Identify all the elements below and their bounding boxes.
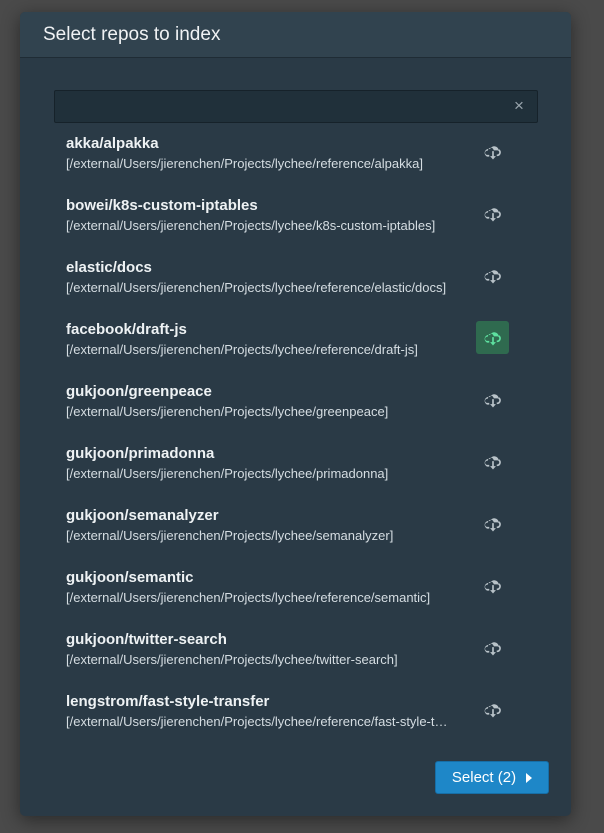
repo-list: akka/alpakka [/external/Users/jierenchen/… — [20, 130, 571, 750]
repo-item[interactable]: gukjoon/semantic [/external/Users/jierenc… — [20, 564, 571, 626]
cloud-download-icon — [484, 641, 501, 655]
repo-name: bowei/k8s-custom-iptables — [66, 197, 258, 214]
repo-item[interactable]: akka/alpakka [/external/Users/jierenchen/… — [20, 130, 571, 192]
repo-item[interactable]: facebook/draft-js [/external/Users/jieren… — [20, 316, 571, 378]
repo-path: [/external/Users/jierenchen/Projects/lyc… — [66, 342, 418, 357]
cloud-download-icon — [484, 331, 501, 345]
repo-path: [/external/Users/jierenchen/Projects/lyc… — [66, 156, 423, 171]
index-toggle-button[interactable] — [476, 321, 509, 354]
repo-name: akka/alpakka — [66, 135, 159, 152]
cloud-download-icon — [484, 145, 501, 159]
index-toggle-button[interactable] — [476, 383, 509, 416]
cloud-download-icon — [484, 455, 501, 469]
dialog-title: Select repos to index — [43, 23, 221, 45]
index-toggle-button[interactable] — [476, 197, 509, 230]
repo-name: elastic/docs — [66, 259, 152, 276]
repo-item[interactable]: gukjoon/greenpeace [/external/Users/jiere… — [20, 378, 571, 440]
repo-name: gukjoon/primadonna — [66, 445, 215, 462]
repo-path: [/external/Users/jierenchen/Projects/lyc… — [66, 528, 394, 543]
index-toggle-button[interactable] — [476, 507, 509, 540]
repo-name: lengstrom/fast-style-transfer — [66, 693, 270, 710]
repo-item[interactable]: lengstrom/fast-style-transfer [/external/… — [20, 688, 571, 750]
select-repos-dialog: Select repos to index × akka/alpakka [/ex… — [20, 12, 571, 816]
select-button-label: Select (2) — [451, 769, 517, 786]
repo-name: facebook/draft-js — [66, 321, 187, 338]
repo-path: [/external/Users/jierenchen/Projects/lyc… — [66, 714, 450, 729]
index-toggle-button[interactable] — [476, 445, 509, 478]
repo-path: [/external/Users/jierenchen/Projects/lyc… — [66, 590, 431, 605]
repo-path: [/external/Users/jierenchen/Projects/lyc… — [66, 652, 398, 667]
search-input[interactable] — [55, 91, 495, 122]
repo-path: [/external/Users/jierenchen/Projects/lyc… — [66, 218, 436, 233]
cloud-download-icon — [484, 393, 501, 407]
select-button[interactable]: Select (2) — [435, 761, 549, 794]
cloud-download-icon — [484, 579, 501, 593]
cloud-download-icon — [484, 207, 501, 221]
cloud-download-icon — [484, 269, 501, 283]
repo-item[interactable]: elastic/docs [/external/Users/jierenchen/… — [20, 254, 571, 316]
repo-item[interactable]: gukjoon/primadonna [/external/Users/jiere… — [20, 440, 571, 502]
dialog-header: Select repos to index — [20, 12, 571, 58]
repo-path: [/external/Users/jierenchen/Projects/lyc… — [66, 280, 447, 295]
cloud-download-icon — [484, 703, 501, 717]
index-toggle-button[interactable] — [476, 631, 509, 664]
repo-name: gukjoon/greenpeace — [66, 383, 212, 400]
index-toggle-button[interactable] — [476, 569, 509, 602]
repo-name: gukjoon/semantic — [66, 569, 194, 586]
cloud-download-icon — [484, 517, 501, 531]
index-toggle-button[interactable] — [476, 135, 509, 168]
repo-name: gukjoon/twitter-search — [66, 631, 227, 648]
search-box: × — [54, 90, 538, 123]
repo-path: [/external/Users/jierenchen/Projects/lyc… — [66, 404, 389, 419]
repo-item[interactable]: bowei/k8s-custom-iptables [/external/User… — [20, 192, 571, 254]
clear-icon[interactable]: × — [511, 97, 527, 114]
caret-right-icon — [526, 772, 533, 783]
index-toggle-button[interactable] — [476, 693, 509, 726]
repo-item[interactable]: gukjoon/semanalyzer [/external/Users/jier… — [20, 502, 571, 564]
repo-name: gukjoon/semanalyzer — [66, 507, 219, 524]
repo-item[interactable]: gukjoon/twitter-search [/external/Users/j… — [20, 626, 571, 688]
index-toggle-button[interactable] — [476, 259, 509, 292]
repo-path: [/external/Users/jierenchen/Projects/lyc… — [66, 466, 389, 481]
